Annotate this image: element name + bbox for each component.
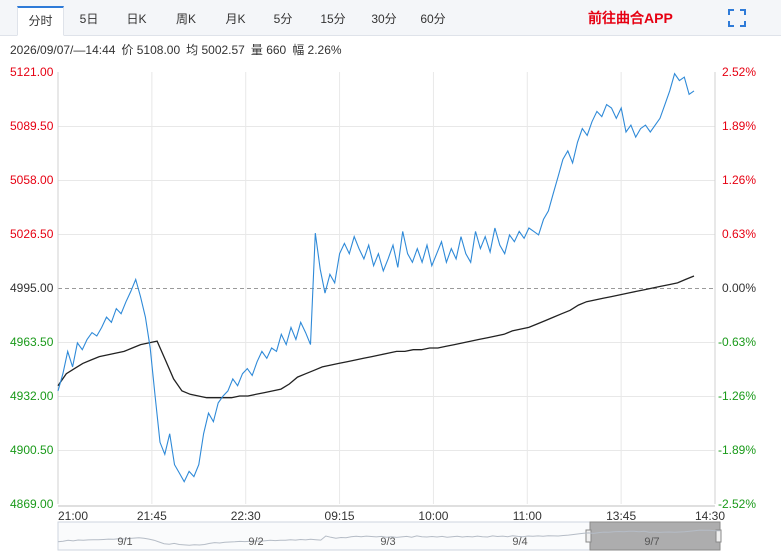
price-tick-label: 5121.00: [10, 65, 54, 79]
time-tick-label: 21:00: [58, 509, 88, 523]
navigator-date-label: 9/2: [248, 536, 263, 548]
navigator-right-handle: [715, 529, 722, 543]
time-tick-label: 09:15: [325, 509, 355, 523]
percent-tick-label: -0.63%: [718, 335, 756, 349]
percent-tick-label: 0.63%: [722, 227, 756, 241]
price-line: [57, 72, 695, 483]
time-tick-label: 21:45: [137, 509, 167, 523]
time-tick-label: 11:00: [513, 509, 542, 523]
time-tick-label: 14:30: [695, 509, 725, 523]
price-tick-label: 4869.00: [10, 497, 54, 511]
percent-tick-label: 1.89%: [722, 119, 756, 133]
price-tick-label: 5026.50: [10, 227, 54, 241]
price-tick-label: 4963.50: [10, 335, 54, 349]
percent-tick-label: -1.89%: [718, 443, 756, 457]
navigator-date-label: 9/3: [380, 536, 395, 548]
time-tick-label: 22:30: [231, 509, 261, 523]
price-tick-label: 4932.00: [10, 389, 54, 403]
price-tick-label: 4900.50: [10, 443, 54, 457]
price-tick-label: 4995.00: [10, 281, 54, 295]
percent-tick-label: 0.00%: [722, 281, 756, 295]
price-tick-label: 5058.00: [10, 173, 54, 187]
time-tick-label: 13:45: [606, 509, 636, 523]
time-tick-label: 10:00: [418, 509, 448, 523]
navigator-left-handle: [585, 529, 592, 543]
percent-tick-label: -1.26%: [718, 389, 756, 403]
intraday-chart: 5121.00 5089.50 5058.00 5026.50 4995.00 4963.…: [10, 65, 756, 551]
percent-tick-label: 2.52%: [722, 65, 756, 79]
navigator-date-label: 9/1: [117, 536, 132, 548]
navigator-date-label: 9/4: [512, 536, 527, 548]
percent-tick-label: 1.26%: [722, 173, 756, 187]
navigator-date-label: 9/7: [644, 536, 659, 548]
price-tick-label: 5089.50: [10, 119, 54, 133]
